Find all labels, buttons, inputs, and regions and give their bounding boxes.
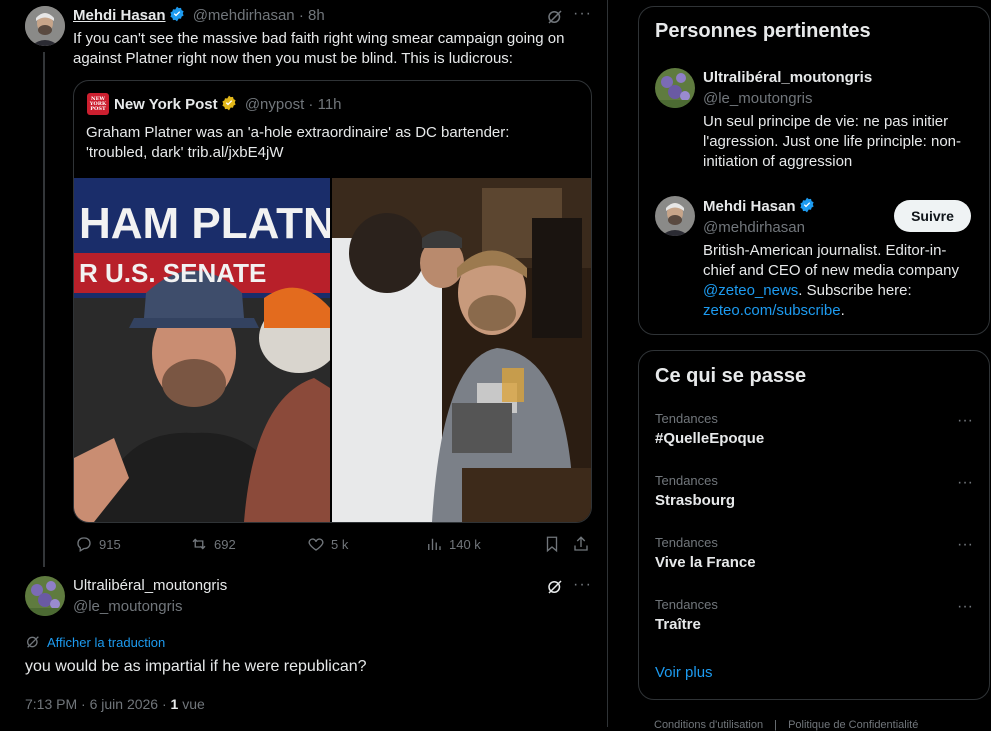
trend-item[interactable]: Traître bbox=[655, 616, 701, 633]
zeteo-mention-link[interactable]: @zeteo_news bbox=[703, 282, 798, 299]
trend-more-icon[interactable]: ··· bbox=[957, 598, 973, 616]
main-tweet-text-line1: If you can't see the massive bad faith r… bbox=[73, 30, 565, 47]
relevant-people-panel: Personnes pertinentes Ultralibéral_mouto… bbox=[638, 6, 990, 335]
reply-meta: 7:13 PM · 6 juin 2026 · 1 vue bbox=[25, 696, 205, 712]
follow-button[interactable]: Suivre bbox=[894, 200, 971, 232]
person1-bio-line3: initiation of aggression bbox=[703, 153, 853, 170]
person1-bio-line2: l'agression. Just one life principle: no… bbox=[703, 133, 962, 150]
person2-bio-line1: British-American journalist. Editor-in- bbox=[703, 242, 947, 259]
reply-author[interactable]: Ultralibéral_moutongris bbox=[73, 576, 227, 596]
person2-handle[interactable]: @mehdirhasan bbox=[703, 218, 805, 238]
verified-badge-icon bbox=[799, 197, 814, 213]
trend-category: Tendances bbox=[655, 597, 718, 612]
reply-more-options-icon[interactable]: ··· bbox=[573, 576, 592, 594]
person1-handle[interactable]: @le_moutongris bbox=[703, 89, 812, 109]
quote-tweet-card[interactable]: NEW YORK POST New York Post @nypost · 11… bbox=[73, 80, 592, 523]
trend-item[interactable]: #QuelleEpoque bbox=[655, 430, 764, 447]
person1-bio-line1: Un seul principe de vie: ne pas initier bbox=[703, 113, 949, 130]
quote-photo-left[interactable]: HAM PLATNER R U.S. SENATE bbox=[74, 178, 330, 522]
person1-name[interactable]: Ultralibéral_moutongris bbox=[703, 68, 872, 88]
reply-count: 915 bbox=[99, 536, 121, 552]
privacy-link[interactable]: Politique de Confidentialité bbox=[788, 719, 918, 731]
translate-icon bbox=[27, 636, 39, 648]
reply-icon bbox=[77, 537, 91, 552]
like-action[interactable]: 5 k bbox=[307, 535, 348, 553]
main-tweet-text-line2: against Platner right now then you must … bbox=[73, 50, 513, 67]
person2-bio-line2: chief and CEO of new media company bbox=[703, 262, 959, 279]
show-more-link[interactable]: Voir plus bbox=[655, 664, 713, 681]
quote-text: Graham Platner was an 'a-hole extraordin… bbox=[86, 123, 576, 163]
terms-link[interactable]: Conditions d'utilisation bbox=[654, 719, 763, 731]
gold-verified-badge-icon bbox=[222, 95, 236, 111]
reply-handle[interactable]: @le_moutongris bbox=[73, 597, 182, 617]
person1-bio: Un seul principe de vie: ne pas initier … bbox=[703, 112, 978, 172]
reply-views-count: 1 bbox=[170, 696, 179, 712]
main-tweet-handle[interactable]: @mehdirhasan bbox=[193, 7, 295, 24]
campaign-sign-text: HAM PLATNER bbox=[79, 199, 330, 248]
more-options-icon[interactable]: ··· bbox=[573, 5, 592, 23]
trend-more-icon[interactable]: ··· bbox=[957, 536, 973, 554]
grok-icon[interactable] bbox=[546, 578, 564, 596]
reply-action[interactable]: 915 bbox=[75, 535, 121, 553]
quote-handle: @nypost bbox=[244, 96, 305, 113]
moutongris-avatar[interactable] bbox=[25, 576, 65, 616]
like-count: 5 k bbox=[331, 536, 349, 552]
trend-more-icon[interactable]: ··· bbox=[957, 412, 973, 430]
quote-author[interactable]: New York Post bbox=[114, 96, 218, 113]
trend-item[interactable]: Vive la France bbox=[655, 554, 756, 571]
trends-title: Ce qui se passe bbox=[655, 365, 807, 387]
share-action[interactable] bbox=[572, 535, 590, 553]
trend-category: Tendances bbox=[655, 535, 718, 550]
reply-views-label: vue bbox=[182, 696, 205, 712]
reply-text: you would be as impartial if he were rep… bbox=[25, 658, 367, 675]
grok-icon[interactable] bbox=[546, 8, 564, 26]
main-tweet-author[interactable]: Mehdi Hasan bbox=[73, 7, 166, 24]
person2-bio-subscribe-text: . Subscribe here: bbox=[798, 282, 912, 299]
repost-action[interactable]: 692 bbox=[190, 535, 236, 553]
quote-time: 11h bbox=[317, 96, 342, 113]
reply-timestamp[interactable]: 7:13 PM · 6 juin 2026 · bbox=[25, 696, 167, 712]
main-tweet-time[interactable]: 8h bbox=[308, 7, 325, 24]
person2-name-row: Mehdi Hasan bbox=[703, 197, 815, 217]
heart-icon bbox=[308, 538, 324, 551]
views-action[interactable]: 140 k bbox=[425, 535, 481, 553]
person2-avatar[interactable] bbox=[655, 196, 695, 236]
views-chart-icon bbox=[428, 538, 441, 550]
trend-more-icon[interactable]: ··· bbox=[957, 474, 973, 492]
translate-link[interactable]: Afficher la traduction bbox=[25, 634, 165, 650]
timeline-column: Mehdi Hasan @mehdirhasan · 8h ··· If you… bbox=[0, 0, 608, 727]
person2-bio: British-American journalist. Editor-in- … bbox=[703, 241, 983, 321]
views-count: 140 k bbox=[449, 536, 481, 552]
quote-header: New York Post @nypost · 11h bbox=[114, 95, 342, 113]
bookmark-icon bbox=[546, 536, 558, 553]
thread-line bbox=[43, 52, 45, 567]
bookmark-action[interactable] bbox=[543, 535, 561, 553]
person1-avatar[interactable] bbox=[655, 68, 695, 108]
campaign-sign-subtext: R U.S. SENATE bbox=[79, 258, 266, 288]
person2-bio-end: . bbox=[840, 302, 845, 319]
quote-text-line2: 'troubled, dark' trib.al/jxbE4jW bbox=[86, 144, 284, 161]
repost-icon bbox=[192, 538, 206, 550]
trend-category: Tendances bbox=[655, 473, 718, 488]
footer-links: Conditions d'utilisation | Politique de … bbox=[654, 719, 919, 731]
mehdi-avatar[interactable] bbox=[25, 6, 65, 46]
share-icon bbox=[574, 536, 588, 551]
trends-panel: Ce qui se passe Tendances #QuelleEpoque … bbox=[638, 350, 990, 700]
quote-text-line1: Graham Platner was an 'a-hole extraordin… bbox=[86, 124, 510, 141]
person2-name[interactable]: Mehdi Hasan bbox=[703, 198, 796, 215]
repost-count: 692 bbox=[214, 536, 236, 552]
verified-badge-icon bbox=[169, 6, 184, 22]
trend-item[interactable]: Strasbourg bbox=[655, 492, 735, 509]
person2-bio-line4: zeteo.com/subscribe. bbox=[703, 301, 983, 321]
relevant-people-title: Personnes pertinentes bbox=[655, 20, 871, 42]
main-tweet-text: If you can't see the massive bad faith r… bbox=[73, 29, 593, 69]
main-tweet-header: Mehdi Hasan @mehdirhasan · 8h bbox=[73, 6, 325, 24]
translate-label[interactable]: Afficher la traduction bbox=[47, 635, 165, 650]
trend-category: Tendances bbox=[655, 411, 718, 426]
quote-photo-right[interactable] bbox=[332, 178, 591, 522]
nypost-logo: NEW YORK POST bbox=[87, 93, 109, 115]
zeteo-subscribe-link[interactable]: zeteo.com/subscribe bbox=[703, 302, 841, 319]
person2-bio-line3: @zeteo_news. Subscribe here: bbox=[703, 281, 983, 301]
